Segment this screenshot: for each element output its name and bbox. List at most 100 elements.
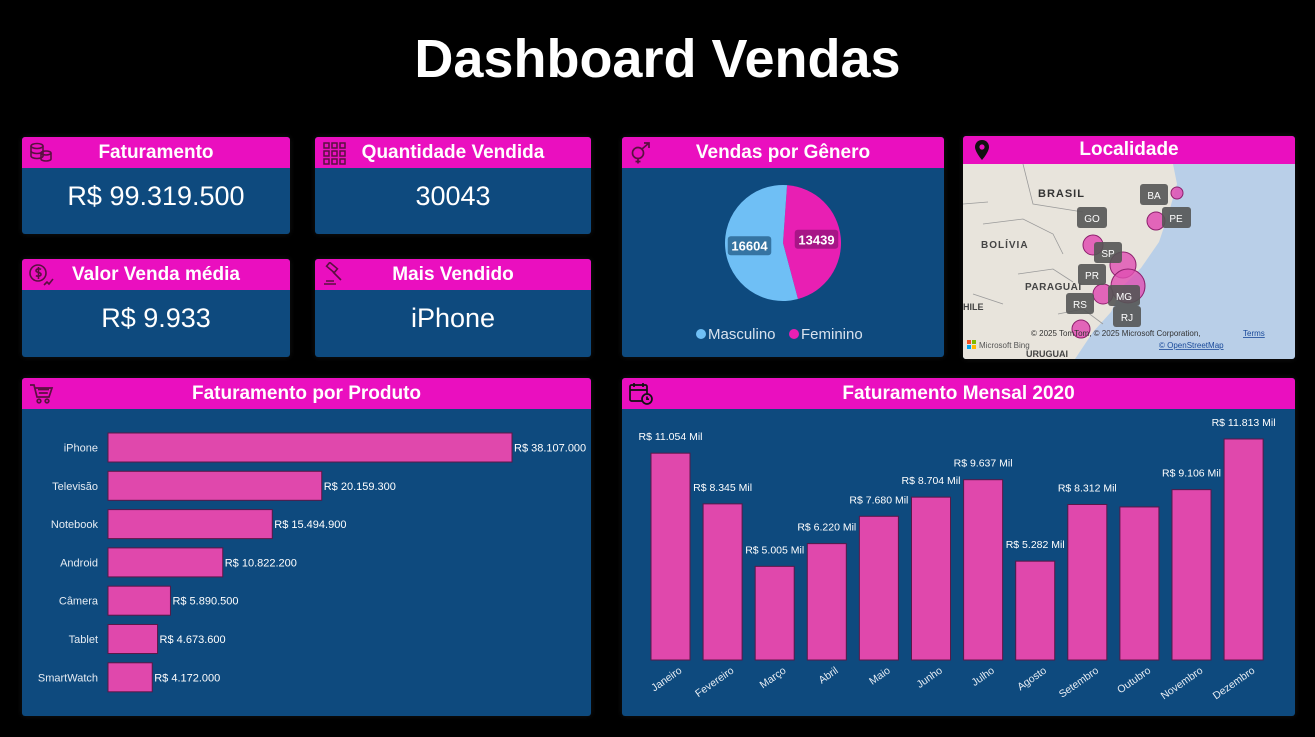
vbar-bar-11[interactable] [1171, 489, 1212, 661]
vbar-data-label: R$ 9.637 Mil [954, 458, 1013, 470]
vbar-bar-5[interactable] [858, 515, 899, 661]
vbar-data-label: R$ 7.680 Mil [849, 494, 908, 506]
hbar-data-label: R$ 5.890.500 [172, 596, 238, 608]
map-state-tag-pr: PR [1078, 264, 1106, 285]
map-card[interactable]: Localidade BRASIL BOLÍVIA PARAGUAI URUGU… [963, 136, 1295, 359]
pie-legend-feminino[interactable]: Feminino [789, 326, 863, 343]
vbar-data-label: R$ 9.106 Mil [1162, 468, 1221, 480]
hbar-category-label: Notebook [51, 519, 99, 531]
location-pin-icon [975, 140, 989, 160]
kpi-ticket-medio-value: R$ 9.933 [101, 303, 211, 333]
map-state-tag-sp: SP [1094, 242, 1122, 263]
map-state-tag-go: GO [1077, 207, 1107, 228]
vbar-month-label: Setembro [1057, 665, 1101, 701]
vbar-data-label: R$ 8.345 Mil [693, 482, 752, 494]
money-stack-icon [30, 142, 52, 162]
map-view[interactable]: BRASIL BOLÍVIA PARAGUAI URUGUAI HILE BA … [963, 164, 1295, 359]
auction-hammer-icon [324, 262, 342, 285]
vbar-month-label: Junho [914, 665, 944, 691]
vbar-month-label: Fevereiro [693, 665, 736, 700]
kpi-faturamento-value: R$ 99.319.500 [67, 181, 245, 211]
gender-pie-chart: 13439 16604 Masculino Feminino [696, 185, 863, 343]
vbar-month-label: Março [758, 665, 789, 692]
map-osm-link[interactable]: © OpenStreetMap [1159, 341, 1224, 350]
product-bar-card[interactable]: Faturamento por Produto iPhone R$ 38.107.… [22, 378, 591, 716]
vbar-bar-6[interactable] [911, 496, 951, 661]
map-label-paraguai: PARAGUAI [1025, 282, 1082, 293]
svg-text:BA: BA [1147, 191, 1161, 202]
vbar-month-label: Abril [816, 665, 840, 687]
vbar-month-label: Outubro [1115, 665, 1153, 697]
map-header: Localidade [963, 136, 1295, 164]
vbar-data-label: R$ 5.282 Mil [1006, 539, 1065, 551]
gender-pie-card[interactable]: Vendas por Gênero 13439 16604 Masculino Fem… [622, 137, 944, 357]
dashboard-title: Dashboard Vendas [414, 29, 901, 89]
map-bing-label: Microsoft Bing [979, 341, 1030, 350]
hbar-bar-7[interactable] [107, 662, 153, 693]
vbar-data-label: R$ 11.813 Mil [1212, 417, 1276, 429]
svg-text:GO: GO [1084, 214, 1100, 225]
svg-text:SP: SP [1101, 249, 1115, 260]
hbar-data-label: R$ 15.494.900 [274, 519, 346, 531]
hbar-data-label: R$ 4.172.000 [154, 672, 220, 684]
kpi-ticket-medio-label: Valor Venda média [72, 264, 240, 285]
vbar-bar-7[interactable] [963, 479, 1004, 661]
grid-icon [323, 142, 346, 165]
kpi-mais-vendido-card[interactable]: Mais Vendido iPhone [315, 259, 591, 357]
kpi-faturamento-card[interactable]: Faturamento R$ 99.319.500 [22, 137, 290, 234]
vbar-bar-1[interactable] [650, 452, 691, 661]
kpi-faturamento-label: Faturamento [98, 142, 214, 163]
kpi-quantidade-label: Quantidade Vendida [361, 142, 545, 163]
kpi-ticket-medio-header: Valor Venda média [22, 259, 290, 290]
svg-text:RS: RS [1073, 300, 1087, 311]
vbar-bar-10[interactable] [1119, 506, 1160, 661]
map-state-tag-ba: BA [1140, 184, 1168, 205]
vbar-bar-3[interactable] [754, 565, 795, 661]
kpi-faturamento-header: Faturamento [22, 137, 290, 168]
map-label-uruguai: URUGUAI [1026, 349, 1068, 359]
hbar-bar-1[interactable] [107, 432, 513, 463]
vbar-month-label: Agosto [1015, 665, 1049, 694]
map-bubble-ba[interactable] [1170, 186, 1184, 200]
hbar-bar-5[interactable] [107, 585, 171, 616]
hbar-bar-2[interactable] [107, 470, 323, 501]
vbar-month-label: Janeiro [649, 665, 684, 695]
map-terms-link[interactable]: Terms [1243, 329, 1265, 338]
vbar-month-label: Maio [867, 665, 893, 688]
vbar-bar-8[interactable] [1015, 560, 1056, 661]
svg-text:PE: PE [1169, 214, 1183, 225]
vbar-data-label: R$ 11.054 Mil [638, 431, 702, 443]
vbar-bar-4[interactable] [806, 543, 847, 661]
vbar-data-label: R$ 5.005 Mil [745, 544, 804, 556]
hbar-category-label: Televisão [52, 481, 98, 493]
hbar-bar-4[interactable] [107, 547, 224, 578]
kpi-ticket-medio-card[interactable]: Valor Venda média R$ 9.933 [22, 259, 290, 357]
pie-legend-masculino[interactable]: Masculino [696, 326, 776, 343]
hbar-bar-6[interactable] [107, 624, 159, 654]
map-label-chile: HILE [963, 302, 984, 312]
kpi-mais-vendido-value: iPhone [410, 303, 496, 333]
hbar-bar-3[interactable] [107, 509, 273, 540]
map-attribution: © 2025 TomTom, © 2025 Microsoft Corporat… [1031, 329, 1201, 338]
product-bar-chart: iPhone R$ 38.107.000 Televisão R$ 20.159.30… [38, 432, 586, 693]
map-state-tag-rj: RJ [1113, 306, 1141, 327]
vbar-bar-12[interactable] [1223, 438, 1264, 661]
kpi-mais-vendido-label: Mais Vendido [392, 264, 514, 285]
svg-text:PR: PR [1085, 271, 1099, 282]
hbar-data-label: R$ 4.673.600 [160, 634, 226, 646]
vbar-bar-9[interactable] [1067, 503, 1108, 661]
map-state-tag-mg: MG [1108, 285, 1140, 306]
map-state-tag-rs: RS [1066, 293, 1094, 314]
hbar-category-label: iPhone [64, 443, 98, 455]
kpi-quantidade-value: 30043 [415, 181, 491, 211]
hbar-category-label: Android [60, 557, 98, 569]
svg-text:13439: 13439 [798, 232, 834, 247]
svg-text:Masculino: Masculino [708, 326, 776, 343]
hbar-data-label: R$ 10.822.200 [225, 557, 297, 569]
kpi-quantidade-card[interactable]: Quantidade Vendida 30043 [315, 137, 591, 234]
svg-text:16604: 16604 [731, 239, 768, 254]
vbar-month-label: Dezembro [1211, 665, 1258, 703]
vbar-data-label: R$ 8.312 Mil [1058, 482, 1117, 494]
monthly-bar-card[interactable]: Faturamento Mensal 2020 R$ 11.054 Mil Jan… [622, 378, 1295, 716]
vbar-bar-2[interactable] [702, 503, 743, 661]
